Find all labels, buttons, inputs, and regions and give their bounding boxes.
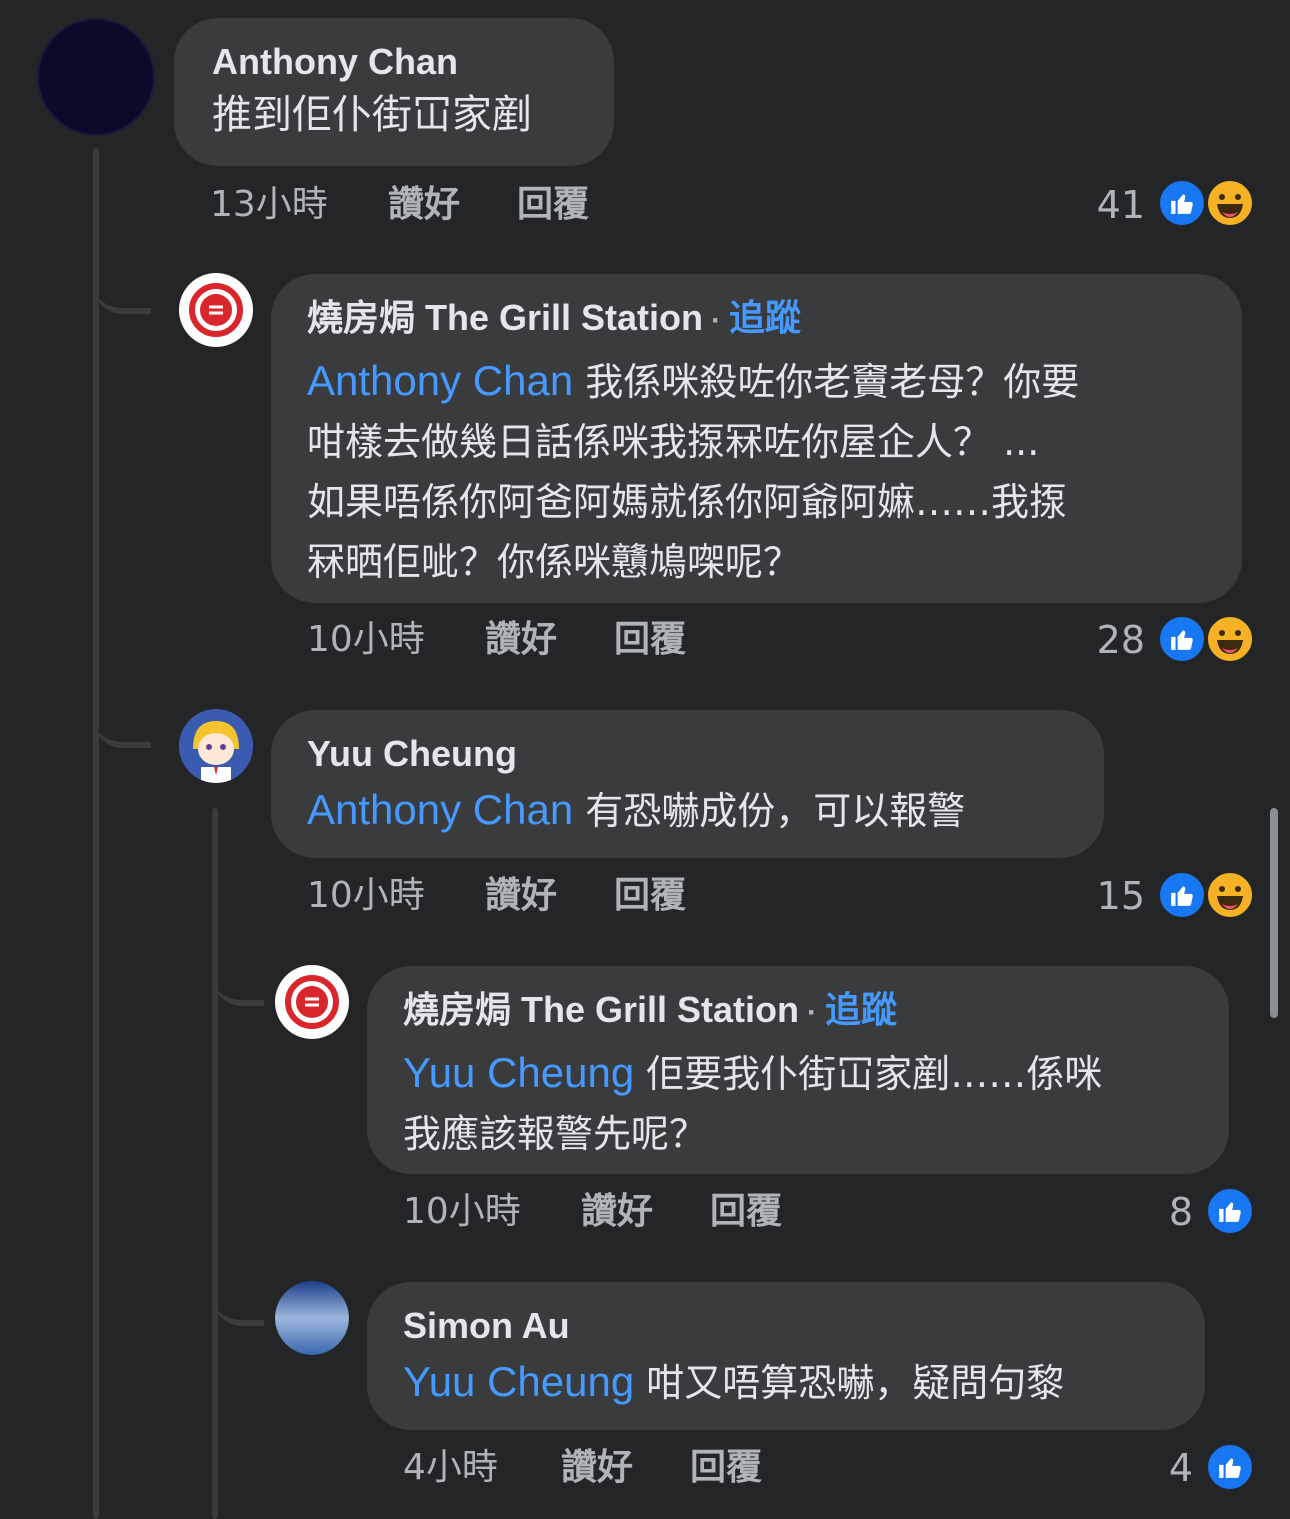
like-button[interactable]: 讚好 — [485, 615, 557, 665]
like-icon — [1157, 614, 1207, 664]
like-icon — [1157, 870, 1207, 920]
comment-time[interactable]: 10小時 — [307, 615, 425, 665]
reply-button[interactable]: 回覆 — [614, 871, 686, 921]
comment-bubble: Anthony Chan 推到佢仆街冚家剷 — [174, 18, 614, 166]
comment-text: Anthony Chan 我係咪殺咗你老竇老母？你要 咁樣去做幾日話係咪我揼冧咗… — [307, 351, 1206, 592]
avatar-yuu-cheung[interactable] — [179, 709, 253, 783]
reply-button[interactable]: 回覆 — [614, 615, 686, 665]
haha-icon — [1205, 870, 1255, 920]
like-button[interactable]: 讚好 — [485, 871, 557, 921]
thread-line-sub — [212, 808, 218, 1519]
mention-link[interactable]: Anthony Chan — [307, 786, 573, 833]
separator-dot: · — [807, 996, 818, 1029]
comment-time[interactable]: 10小時 — [403, 1187, 521, 1237]
comment-meta: 13小時 讚好 回覆 — [210, 180, 710, 230]
comment-meta: 10小時 讚好 回覆 — [403, 1187, 903, 1237]
like-icon — [1205, 1186, 1255, 1236]
avatar-simon-au[interactable] — [275, 1281, 349, 1355]
mention-link[interactable]: Anthony Chan — [307, 357, 573, 404]
comment-meta: 4小時 讚好 回覆 — [403, 1443, 903, 1493]
avatar-grill-station[interactable] — [275, 965, 349, 1039]
comment-text: 推到佢仆街冚家剷 — [212, 92, 532, 138]
comment-text-line: 如果唔係你阿爸阿媽就係你阿爺阿嫲……我揼 — [307, 480, 1068, 524]
comment-bubble: 燒房焗 The Grill Station · 追蹤 Yuu Cheung 佢要我仆… — [367, 966, 1229, 1174]
comment-time[interactable]: 13小時 — [210, 180, 328, 230]
thread-branch-4 — [212, 1270, 264, 1326]
haha-icon — [1205, 178, 1255, 228]
comment-author[interactable]: Yuu Cheung — [307, 732, 1068, 776]
thread-line-main — [93, 148, 99, 1519]
comment-author[interactable]: Anthony Chan — [212, 40, 576, 84]
comment-time[interactable]: 4小時 — [403, 1443, 498, 1493]
mention-link[interactable]: Yuu Cheung — [403, 1049, 634, 1096]
reaction-count[interactable]: 4 — [1130, 1443, 1193, 1493]
mention-link[interactable]: Yuu Cheung — [403, 1358, 634, 1405]
follow-button[interactable]: 追蹤 — [729, 297, 801, 338]
reaction-count[interactable]: 15 — [1080, 871, 1145, 921]
comment-meta: 10小時 讚好 回覆 — [307, 615, 807, 665]
haha-icon — [1205, 614, 1255, 664]
comment-header: 燒房焗 The Grill Station · 追蹤 — [403, 988, 1193, 1035]
like-button[interactable]: 讚好 — [581, 1187, 653, 1237]
comment-text-line: 咁樣去做幾日話係咪我揼冧咗你屋企人？ ... — [307, 420, 1040, 464]
reaction-count[interactable]: 41 — [1080, 180, 1145, 230]
comment-bubble: 燒房焗 The Grill Station · 追蹤 Anthony Chan 我係… — [271, 274, 1242, 603]
comment-header: 燒房焗 The Grill Station · 追蹤 — [307, 296, 1206, 343]
like-icon — [1205, 1442, 1255, 1492]
avatar-grill-station[interactable] — [179, 273, 253, 347]
thread-branch-3 — [212, 950, 264, 1006]
comment-bubble: Simon Au Yuu Cheung 咁又唔算恐嚇，疑問句黎 — [367, 1282, 1205, 1430]
thread-branch-2 — [93, 690, 151, 748]
comment-text-line: 有恐嚇成份，可以報警 — [573, 789, 966, 833]
like-button[interactable]: 讚好 — [561, 1443, 633, 1493]
comment-text-line: 我係咪殺咗你老竇老母？你要 — [573, 360, 1080, 404]
comment-bubble: Yuu Cheung Anthony Chan 有恐嚇成份，可以報警 — [271, 710, 1104, 858]
like-button[interactable]: 讚好 — [388, 180, 460, 230]
comment-text-line: 我應該報警先呢？ — [403, 1112, 708, 1156]
comment-author[interactable]: 燒房焗 The Grill Station — [307, 297, 703, 338]
scrollbar[interactable] — [1270, 808, 1278, 1018]
reaction-count[interactable]: 8 — [1130, 1187, 1193, 1237]
comment-text-line: 冧晒佢呲？你係咪戇鳩㗎呢？ — [307, 540, 802, 584]
follow-button[interactable]: 追蹤 — [825, 989, 897, 1030]
comment-text: Anthony Chan 有恐嚇成份，可以報警 — [307, 780, 1068, 841]
comment-text: Yuu Cheung 咁又唔算恐嚇，疑問句黎 — [403, 1352, 1169, 1413]
separator-dot: · — [711, 304, 722, 337]
thread-branch-1 — [93, 250, 151, 314]
reply-button[interactable]: 回覆 — [690, 1443, 762, 1493]
like-icon — [1157, 178, 1207, 228]
reaction-count[interactable]: 28 — [1080, 615, 1145, 665]
comment-author[interactable]: Simon Au — [403, 1304, 1169, 1348]
comment-text-line: 佢要我仆街冚家剷……係咪 — [634, 1052, 1103, 1096]
comment-time[interactable]: 10小時 — [307, 871, 425, 921]
reply-button[interactable]: 回覆 — [517, 180, 589, 230]
comment-author[interactable]: 燒房焗 The Grill Station — [403, 989, 799, 1030]
comment-text-line: 咁又唔算恐嚇，疑問句黎 — [634, 1361, 1065, 1405]
reply-button[interactable]: 回覆 — [710, 1187, 782, 1237]
comment-meta: 10小時 讚好 回覆 — [307, 871, 807, 921]
comment-text: Yuu Cheung 佢要我仆街冚家剷……係咪 我應該報警先呢？ — [403, 1043, 1193, 1164]
avatar-anthony-chan[interactable] — [37, 18, 155, 136]
